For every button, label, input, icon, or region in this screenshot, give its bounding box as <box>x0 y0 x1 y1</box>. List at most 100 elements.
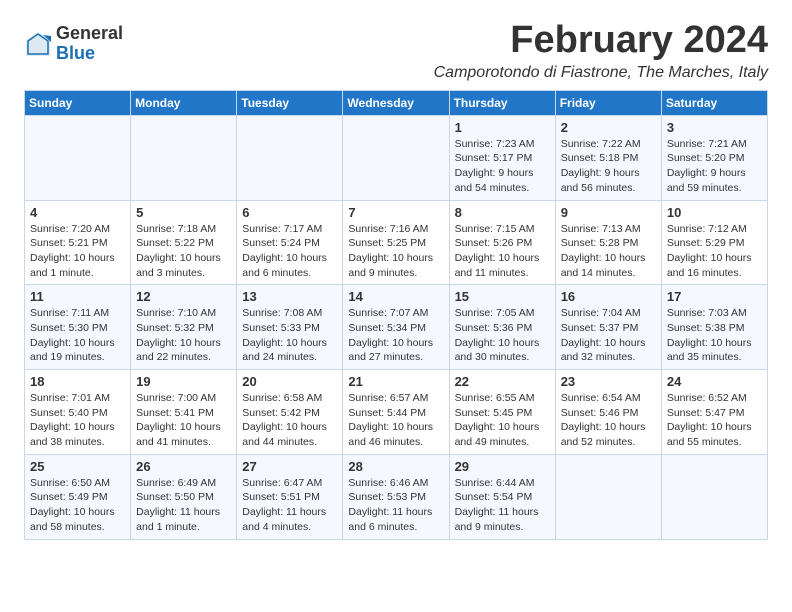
col-header-thursday: Thursday <box>449 90 555 115</box>
day-info: Sunrise: 7:08 AM Sunset: 5:33 PM Dayligh… <box>242 306 337 365</box>
day-info: Sunrise: 6:47 AM Sunset: 5:51 PM Dayligh… <box>242 476 337 535</box>
calendar-cell <box>661 454 767 539</box>
day-info: Sunrise: 6:49 AM Sunset: 5:50 PM Dayligh… <box>136 476 231 535</box>
day-info: Sunrise: 7:17 AM Sunset: 5:24 PM Dayligh… <box>242 222 337 281</box>
day-number: 10 <box>667 205 762 220</box>
col-header-monday: Monday <box>131 90 237 115</box>
day-number: 22 <box>455 374 550 389</box>
calendar-cell: 10 Sunrise: 7:12 AM Sunset: 5:29 PM Dayli… <box>661 200 767 285</box>
location: Camporotondo di Fiastrone, The Marches, … <box>434 64 768 82</box>
day-number: 4 <box>30 205 125 220</box>
col-header-saturday: Saturday <box>661 90 767 115</box>
calendar-cell: 7 Sunrise: 7:16 AM Sunset: 5:25 PM Daylig… <box>343 200 449 285</box>
calendar-cell <box>555 454 661 539</box>
calendar-cell: 14 Sunrise: 7:07 AM Sunset: 5:34 PM Dayli… <box>343 285 449 370</box>
day-info: Sunrise: 7:01 AM Sunset: 5:40 PM Dayligh… <box>30 391 125 450</box>
calendar-cell: 25Sunrise: 6:50 AM Sunset: 5:49 PM Dayli… <box>25 454 131 539</box>
day-number: 18 <box>30 374 125 389</box>
logo-text: General Blue <box>56 24 123 64</box>
day-info: Sunrise: 7:10 AM Sunset: 5:32 PM Dayligh… <box>136 306 231 365</box>
day-info: Sunrise: 7:03 AM Sunset: 5:38 PM Dayligh… <box>667 306 762 365</box>
day-info: Sunrise: 7:07 AM Sunset: 5:34 PM Dayligh… <box>348 306 443 365</box>
calendar-cell: 20 Sunrise: 6:58 AM Sunset: 5:42 PM Dayli… <box>237 370 343 455</box>
calendar-cell: 15Sunrise: 7:05 AM Sunset: 5:36 PM Dayli… <box>449 285 555 370</box>
day-number: 20 <box>242 374 337 389</box>
calendar-cell: 9 Sunrise: 7:13 AM Sunset: 5:28 PM Daylig… <box>555 200 661 285</box>
logo-blue: Blue <box>56 44 123 64</box>
calendar-cell <box>25 115 131 200</box>
day-info: Sunrise: 7:21 AM Sunset: 5:20 PM Dayligh… <box>667 137 762 196</box>
col-header-friday: Friday <box>555 90 661 115</box>
calendar-cell: 26 Sunrise: 6:49 AM Sunset: 5:50 PM Dayli… <box>131 454 237 539</box>
calendar-cell: 12 Sunrise: 7:10 AM Sunset: 5:32 PM Dayli… <box>131 285 237 370</box>
day-number: 19 <box>136 374 231 389</box>
day-info: Sunrise: 7:13 AM Sunset: 5:28 PM Dayligh… <box>561 222 656 281</box>
calendar-cell: 2 Sunrise: 7:22 AM Sunset: 5:18 PM Daylig… <box>555 115 661 200</box>
day-info: Sunrise: 6:54 AM Sunset: 5:46 PM Dayligh… <box>561 391 656 450</box>
day-number: 27 <box>242 459 337 474</box>
calendar-cell: 5Sunrise: 7:18 AM Sunset: 5:22 PM Daylig… <box>131 200 237 285</box>
day-info: Sunrise: 7:20 AM Sunset: 5:21 PM Dayligh… <box>30 222 125 281</box>
day-info: Sunrise: 6:44 AM Sunset: 5:54 PM Dayligh… <box>455 476 550 535</box>
day-info: Sunrise: 6:55 AM Sunset: 5:45 PM Dayligh… <box>455 391 550 450</box>
day-number: 2 <box>561 120 656 135</box>
calendar-cell <box>343 115 449 200</box>
day-number: 8 <box>455 205 550 220</box>
calendar-cell: 28 Sunrise: 6:46 AM Sunset: 5:53 PM Dayli… <box>343 454 449 539</box>
day-number: 11 <box>30 289 125 304</box>
day-number: 26 <box>136 459 231 474</box>
calendar-cell: 4 Sunrise: 7:20 AM Sunset: 5:21 PM Daylig… <box>25 200 131 285</box>
col-header-wednesday: Wednesday <box>343 90 449 115</box>
day-info: Sunrise: 7:23 AM Sunset: 5:17 PM Dayligh… <box>455 137 550 196</box>
calendar-week-row: 25Sunrise: 6:50 AM Sunset: 5:49 PM Dayli… <box>25 454 768 539</box>
month-title: February 2024 <box>434 20 768 62</box>
day-number: 14 <box>348 289 443 304</box>
day-info: Sunrise: 7:12 AM Sunset: 5:29 PM Dayligh… <box>667 222 762 281</box>
day-info: Sunrise: 7:16 AM Sunset: 5:25 PM Dayligh… <box>348 222 443 281</box>
calendar-week-row: 4 Sunrise: 7:20 AM Sunset: 5:21 PM Daylig… <box>25 200 768 285</box>
day-info: Sunrise: 7:18 AM Sunset: 5:22 PM Dayligh… <box>136 222 231 281</box>
day-info: Sunrise: 7:15 AM Sunset: 5:26 PM Dayligh… <box>455 222 550 281</box>
day-number: 13 <box>242 289 337 304</box>
day-number: 17 <box>667 289 762 304</box>
day-number: 21 <box>348 374 443 389</box>
calendar-week-row: 18 Sunrise: 7:01 AM Sunset: 5:40 PM Dayli… <box>25 370 768 455</box>
calendar-cell: 18 Sunrise: 7:01 AM Sunset: 5:40 PM Dayli… <box>25 370 131 455</box>
day-info: Sunrise: 6:50 AM Sunset: 5:49 PM Dayligh… <box>30 476 125 535</box>
day-info: Sunrise: 7:00 AM Sunset: 5:41 PM Dayligh… <box>136 391 231 450</box>
calendar-cell: 6 Sunrise: 7:17 AM Sunset: 5:24 PM Daylig… <box>237 200 343 285</box>
calendar-cell: 17 Sunrise: 7:03 AM Sunset: 5:38 PM Dayli… <box>661 285 767 370</box>
calendar-week-row: 1 Sunrise: 7:23 AM Sunset: 5:17 PM Daylig… <box>25 115 768 200</box>
day-info: Sunrise: 6:58 AM Sunset: 5:42 PM Dayligh… <box>242 391 337 450</box>
calendar-header-row: SundayMondayTuesdayWednesdayThursdayFrid… <box>25 90 768 115</box>
day-info: Sunrise: 6:57 AM Sunset: 5:44 PM Dayligh… <box>348 391 443 450</box>
calendar-cell: 11 Sunrise: 7:11 AM Sunset: 5:30 PM Dayli… <box>25 285 131 370</box>
calendar-week-row: 11 Sunrise: 7:11 AM Sunset: 5:30 PM Dayli… <box>25 285 768 370</box>
page-header: General Blue February 2024 Camporotondo … <box>24 20 768 82</box>
day-number: 16 <box>561 289 656 304</box>
day-number: 23 <box>561 374 656 389</box>
day-info: Sunrise: 7:22 AM Sunset: 5:18 PM Dayligh… <box>561 137 656 196</box>
col-header-tuesday: Tuesday <box>237 90 343 115</box>
day-number: 3 <box>667 120 762 135</box>
calendar-cell: 3 Sunrise: 7:21 AM Sunset: 5:20 PM Daylig… <box>661 115 767 200</box>
day-number: 24 <box>667 374 762 389</box>
calendar-cell: 22 Sunrise: 6:55 AM Sunset: 5:45 PM Dayli… <box>449 370 555 455</box>
day-number: 28 <box>348 459 443 474</box>
day-info: Sunrise: 7:11 AM Sunset: 5:30 PM Dayligh… <box>30 306 125 365</box>
day-number: 6 <box>242 205 337 220</box>
calendar-cell: 24Sunrise: 6:52 AM Sunset: 5:47 PM Dayli… <box>661 370 767 455</box>
day-info: Sunrise: 6:46 AM Sunset: 5:53 PM Dayligh… <box>348 476 443 535</box>
calendar-cell: 23 Sunrise: 6:54 AM Sunset: 5:46 PM Dayli… <box>555 370 661 455</box>
calendar-cell: 1 Sunrise: 7:23 AM Sunset: 5:17 PM Daylig… <box>449 115 555 200</box>
day-number: 9 <box>561 205 656 220</box>
calendar-cell: 19 Sunrise: 7:00 AM Sunset: 5:41 PM Dayli… <box>131 370 237 455</box>
day-number: 7 <box>348 205 443 220</box>
day-number: 12 <box>136 289 231 304</box>
day-number: 1 <box>455 120 550 135</box>
calendar-cell <box>237 115 343 200</box>
calendar-cell: 13 Sunrise: 7:08 AM Sunset: 5:33 PM Dayli… <box>237 285 343 370</box>
calendar-cell: 16Sunrise: 7:04 AM Sunset: 5:37 PM Dayli… <box>555 285 661 370</box>
calendar-table: SundayMondayTuesdayWednesdayThursdayFrid… <box>24 90 768 540</box>
calendar-cell: 21 Sunrise: 6:57 AM Sunset: 5:44 PM Dayli… <box>343 370 449 455</box>
